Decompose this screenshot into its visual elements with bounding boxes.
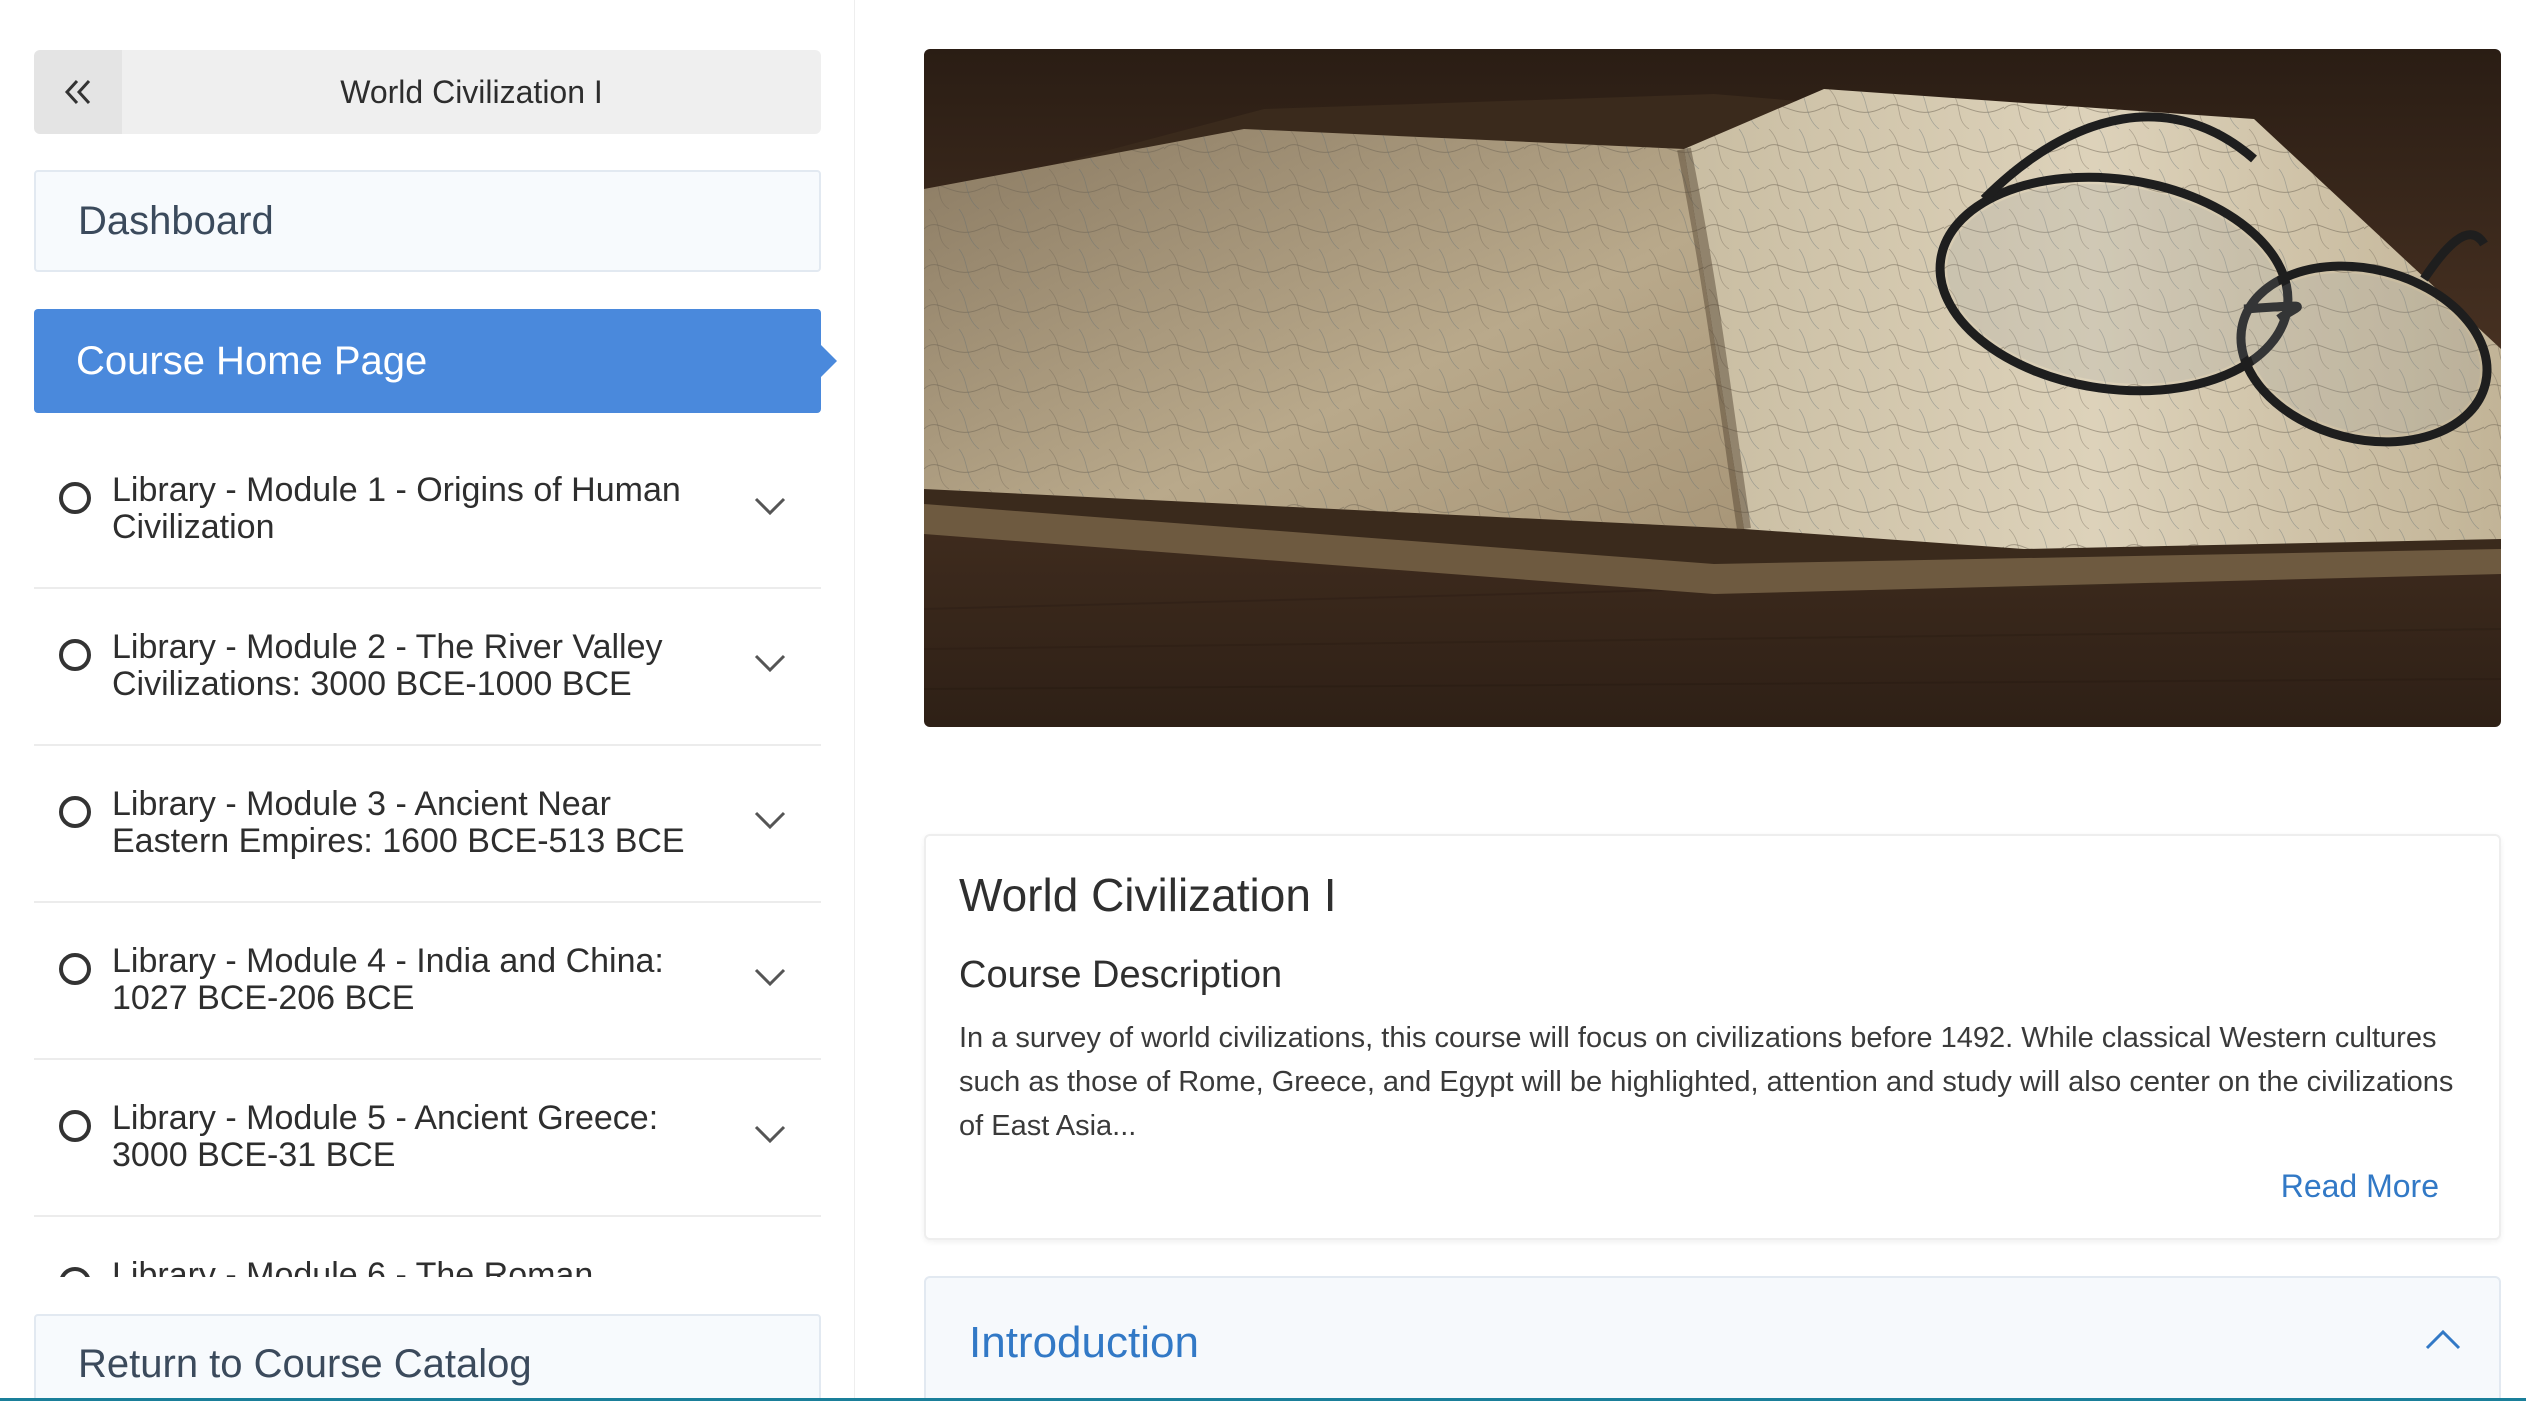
- module-item[interactable]: Library - Module 5 - Ancient Greece: 300…: [34, 1060, 821, 1217]
- module-label: Library - Module 4 - India and China: 10…: [112, 942, 664, 1017]
- module-label: Library - Module 2 - The River Valley Ci…: [112, 628, 663, 703]
- circle-outline-icon: [59, 1267, 91, 1277]
- course-info-card: World Civilization I Course Description …: [924, 834, 2501, 1240]
- module-list: Library - Module 1 - Origins of Human Ci…: [34, 432, 821, 1277]
- return-to-catalog-link[interactable]: Return to Course Catalog: [34, 1314, 821, 1401]
- circle-outline-icon: [59, 1110, 91, 1142]
- module-label: Library - Module 5 - Ancient Greece: 300…: [112, 1099, 659, 1174]
- circle-outline-icon: [59, 482, 91, 514]
- circle-outline-icon: [59, 639, 91, 671]
- module-label: Library - Module 6 - The Roman: [112, 1256, 594, 1278]
- read-more-link[interactable]: Read More: [2281, 1168, 2439, 1205]
- chevron-down-icon[interactable]: [752, 494, 788, 518]
- course-description-heading: Course Description: [959, 954, 1283, 996]
- course-sidebar: World Civilization I Dashboard Course Ho…: [0, 0, 855, 1401]
- course-description-text: In a survey of world civilizations, this…: [959, 1022, 2454, 1142]
- chevron-down-icon[interactable]: [752, 1122, 788, 1146]
- course-hero-image: [924, 49, 2501, 727]
- dashboard-link[interactable]: Dashboard: [34, 170, 821, 272]
- module-item[interactable]: Library - Module 4 - India and China: 10…: [34, 903, 821, 1060]
- chevron-down-icon[interactable]: [752, 808, 788, 832]
- sidebar-course-title: World Civilization I: [122, 50, 821, 134]
- collapse-sidebar-button[interactable]: [34, 50, 122, 134]
- module-label: Library - Module 3 - Ancient Near Easter…: [112, 785, 685, 860]
- course-home-page-link[interactable]: Course Home Page: [34, 309, 837, 413]
- introduction-title: Introduction: [969, 1318, 1199, 1367]
- module-item[interactable]: Library - Module 6 - The Roman: [34, 1217, 821, 1277]
- double-chevron-left-icon: [64, 79, 91, 105]
- circle-outline-icon: [59, 796, 91, 828]
- module-item[interactable]: Library - Module 3 - Ancient Near Easter…: [34, 746, 821, 903]
- course-title: World Civilization I: [959, 869, 1337, 921]
- module-item[interactable]: Library - Module 1 - Origins of Human Ci…: [34, 432, 821, 589]
- introduction-section[interactable]: Introduction: [924, 1276, 2501, 1401]
- circle-outline-icon: [59, 953, 91, 985]
- chevron-down-icon[interactable]: [752, 965, 788, 989]
- module-item[interactable]: Library - Module 2 - The River Valley Ci…: [34, 589, 821, 746]
- module-label: Library - Module 1 - Origins of Human Ci…: [112, 471, 681, 546]
- chevron-down-icon[interactable]: [752, 651, 788, 675]
- chevron-up-icon[interactable]: [2423, 1326, 2463, 1352]
- book-and-glasses-illustration: [924, 49, 2501, 727]
